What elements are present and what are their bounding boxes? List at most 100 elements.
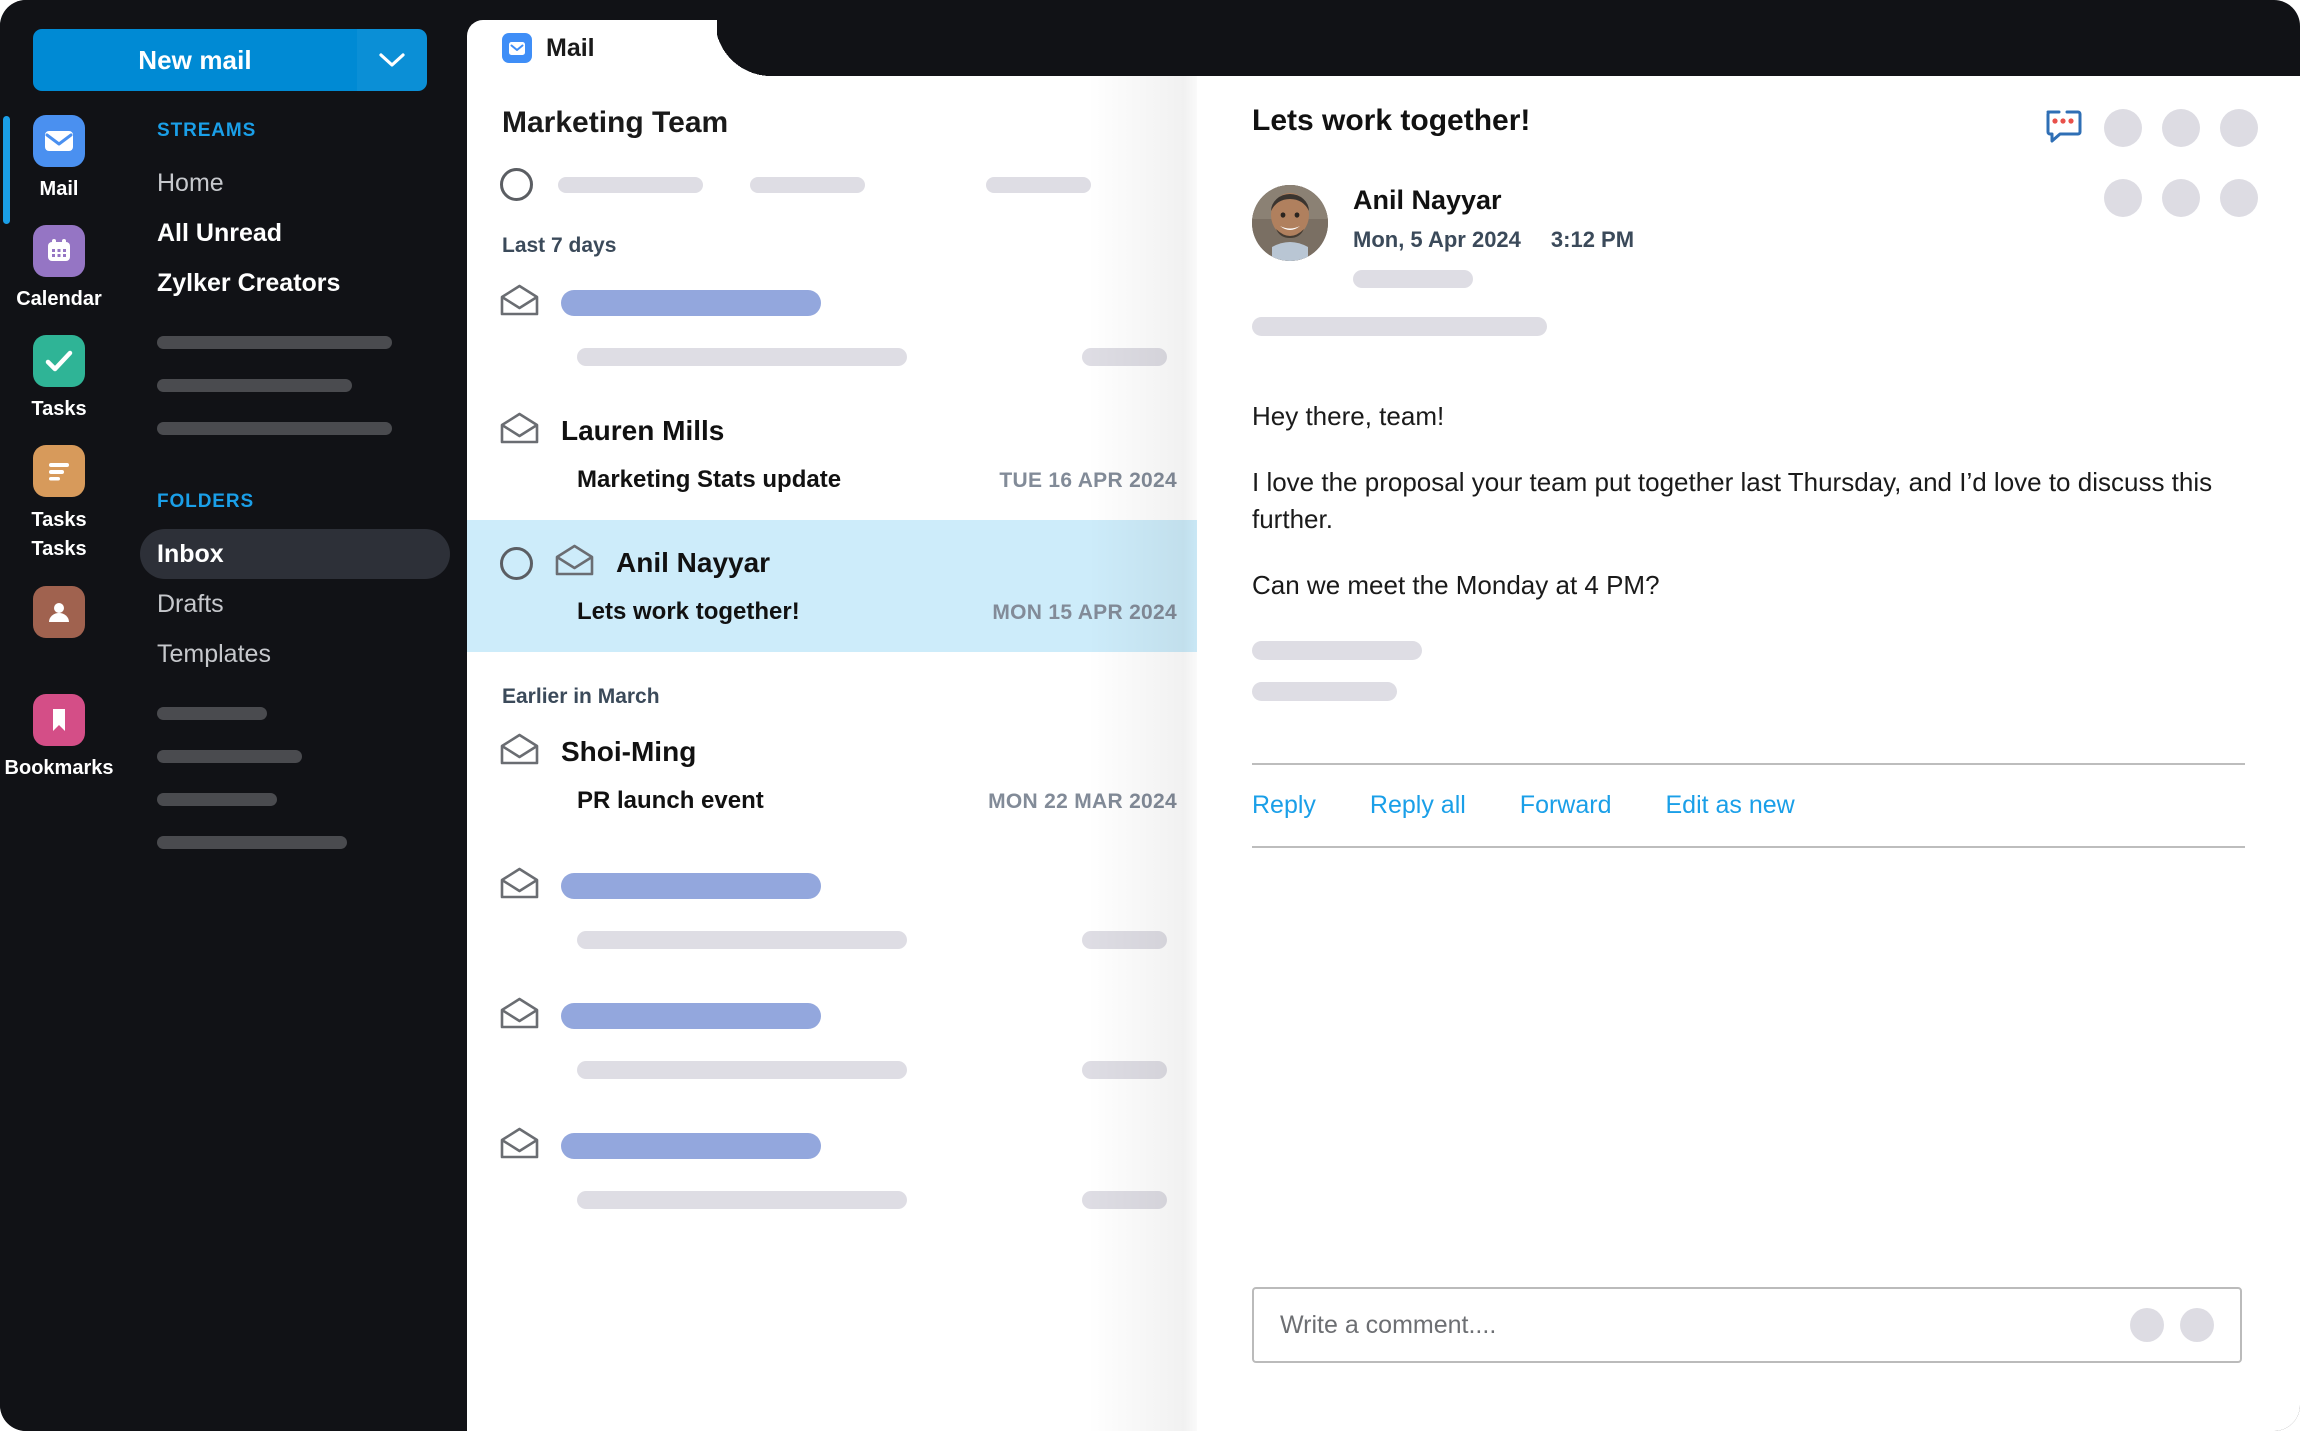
placeholder-bar xyxy=(561,873,821,899)
avatar xyxy=(1252,185,1328,261)
envelope-open-icon xyxy=(555,544,594,582)
placeholder-bar xyxy=(157,336,392,349)
more-button-6[interactable] xyxy=(2220,179,2258,217)
sender-name: Anil Nayyar xyxy=(1353,185,1502,215)
edit-as-new-button[interactable]: Edit as new xyxy=(1665,791,1794,820)
forward-button[interactable]: Forward xyxy=(1520,791,1612,820)
mail-list-column: Marketing Team Last 7 days Lauren Mills … xyxy=(467,76,1197,1431)
divider xyxy=(1252,845,2245,848)
more-button-1[interactable] xyxy=(2104,108,2142,147)
placeholder-bar xyxy=(577,1061,907,1079)
table-row[interactable]: Lauren Mills Marketing Stats update TUE … xyxy=(467,388,1197,520)
mail-date: TUE 16 APR 2024 xyxy=(999,469,1177,492)
sidebar-item-inbox[interactable]: Inbox xyxy=(140,529,450,579)
more-button-4[interactable] xyxy=(2104,179,2142,217)
reader-action-buttons xyxy=(2042,104,2258,151)
rail-item-mail[interactable]: Mail xyxy=(0,115,118,224)
rail-label-bookmarks: Bookmarks xyxy=(4,757,114,779)
rail-item-tasks-secondary[interactable]: Tasks Tasks xyxy=(0,445,118,564)
mail-icon xyxy=(33,115,85,167)
mail-list-section-label: Last 7 days xyxy=(502,234,617,257)
thread-header-row[interactable] xyxy=(467,140,1197,201)
new-mail-button-group: New mail xyxy=(33,29,427,91)
placeholder-bar xyxy=(577,348,907,366)
list-item[interactable] xyxy=(467,258,1197,388)
placeholder-bar xyxy=(157,750,302,763)
placeholder-bar xyxy=(1252,317,1547,336)
list-item[interactable] xyxy=(467,1101,1197,1231)
envelope-open-icon xyxy=(500,1127,539,1165)
placeholder-bar xyxy=(157,707,267,720)
placeholder-bar xyxy=(1082,931,1167,949)
new-mail-button[interactable]: New mail xyxy=(33,29,357,91)
streams-header: STREAMS xyxy=(157,120,257,141)
placeholder-bar xyxy=(1252,681,1397,701)
app-rail: Mail Calendar Tasks Tasks Tasks Bookmark… xyxy=(0,115,118,804)
mail-subject: Marketing Stats update xyxy=(577,466,842,493)
sidebar-item-drafts[interactable]: Drafts xyxy=(140,579,450,629)
sender-name: Lauren Mills xyxy=(561,415,725,446)
email-body: Hey there, team! I love the proposal you… xyxy=(1197,336,2300,701)
tab-mail[interactable]: Mail xyxy=(467,20,717,76)
more-button-2[interactable] xyxy=(2162,108,2200,147)
body-paragraph: Can we meet the Monday at 4 PM? xyxy=(1252,570,1660,601)
select-circle-icon[interactable] xyxy=(500,168,533,201)
list-item[interactable] xyxy=(467,841,1197,971)
placeholder-bar xyxy=(1082,1061,1167,1079)
envelope-open-icon xyxy=(500,867,539,905)
envelope-open-icon xyxy=(500,284,539,322)
mail-subject: PR launch event xyxy=(577,787,764,814)
bookmark-icon xyxy=(33,694,85,746)
placeholder-bar xyxy=(577,931,907,949)
attach-button[interactable] xyxy=(2130,1308,2164,1342)
placeholder-bar xyxy=(577,1191,907,1209)
comment-input[interactable] xyxy=(1280,1310,2130,1340)
comment-bubble-icon[interactable] xyxy=(2042,104,2084,151)
reply-button[interactable]: Reply xyxy=(1252,791,1316,820)
chevron-down-icon xyxy=(379,52,405,68)
mail-date: MON 22 MAR 2024 xyxy=(988,790,1177,813)
table-row[interactable]: Shoi-Ming PR launch event MON 22 MAR 202… xyxy=(467,709,1197,841)
mail-subject: Lets work together! xyxy=(577,598,800,625)
table-row[interactable]: Anil Nayyar Lets work together! MON 15 A… xyxy=(467,520,1197,652)
placeholder-bar xyxy=(1082,1191,1167,1209)
sidebar-item-all-unread[interactable]: All Unread xyxy=(140,208,450,258)
nav-column: STREAMS Home All Unread Zylker Creators … xyxy=(140,120,450,849)
placeholder-bar xyxy=(561,290,821,316)
check-icon xyxy=(33,335,85,387)
mail-list-section-label: Earlier in March xyxy=(502,685,660,708)
more-button-3[interactable] xyxy=(2220,108,2258,147)
placeholder-bar xyxy=(986,176,1091,193)
page-title: Lets work together! xyxy=(1252,104,1531,137)
placeholder-bar xyxy=(558,176,703,193)
rail-label-tasks: Tasks xyxy=(31,398,87,420)
placeholder-bar xyxy=(157,379,352,392)
sender-name: Anil Nayyar xyxy=(616,547,771,578)
list-icon xyxy=(33,445,85,497)
sender-name: Shoi-Ming xyxy=(561,736,697,767)
sent-date: Mon, 5 Apr 2024 xyxy=(1353,227,1521,252)
rail-item-calendar[interactable]: Calendar xyxy=(0,225,118,313)
folders-header: FOLDERS xyxy=(157,491,255,512)
sidebar-item-templates[interactable]: Templates xyxy=(140,629,450,679)
sidebar-item-home[interactable]: Home xyxy=(140,158,450,208)
rail-item-bookmarks[interactable]: Bookmarks xyxy=(0,694,118,782)
body-paragraph: I love the proposal your team put togeth… xyxy=(1252,466,2213,535)
sidebar-item-zylker-creators[interactable]: Zylker Creators xyxy=(140,258,450,308)
sidebar: New mail Mail Calendar Tasks Tasks Tasks… xyxy=(0,0,468,1431)
new-mail-dropdown-button[interactable] xyxy=(357,29,427,91)
select-circle-wrap xyxy=(500,546,533,580)
list-item[interactable] xyxy=(467,971,1197,1101)
rail-label-calendar: Calendar xyxy=(16,288,102,310)
reading-pane: Lets work together! Anil Nayyar Mon, 5 A… xyxy=(1197,76,2300,1431)
reply-all-button[interactable]: Reply all xyxy=(1370,791,1466,820)
mail-action-links: Reply Reply all Forward Edit as new xyxy=(1197,765,2300,846)
more-button-5[interactable] xyxy=(2162,179,2200,217)
placeholder-bar xyxy=(1082,348,1167,366)
tab-label: Mail xyxy=(546,33,595,62)
rail-item-tasks[interactable]: Tasks xyxy=(0,335,118,423)
send-button[interactable] xyxy=(2180,1308,2214,1342)
rail-label-mail: Mail xyxy=(39,178,79,200)
select-circle-icon[interactable] xyxy=(500,546,533,580)
rail-item-contacts[interactable] xyxy=(0,586,118,638)
